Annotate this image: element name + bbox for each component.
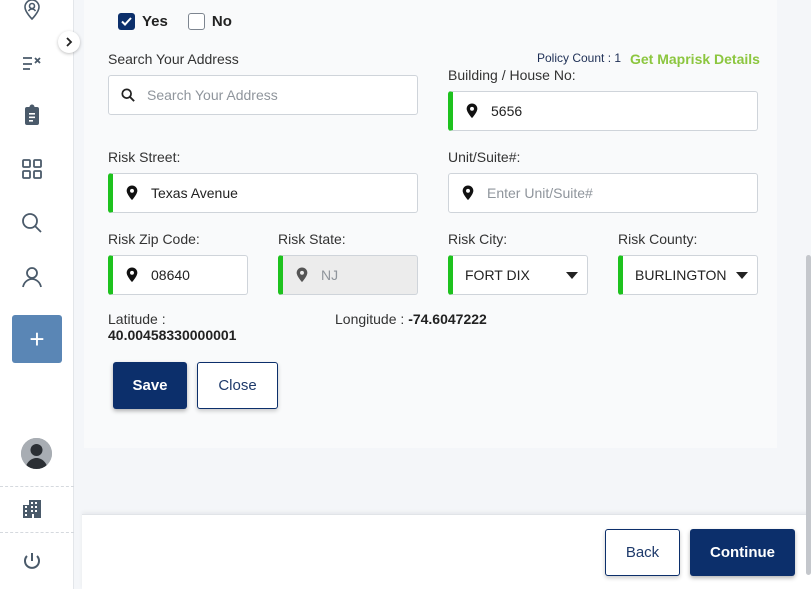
building-no-value: 5656: [491, 103, 523, 119]
longitude-value: -74.6047222: [408, 311, 487, 327]
search-icon: [121, 88, 135, 102]
risk-state-value: NJ: [321, 267, 339, 283]
risk-city-select[interactable]: FORT DIX: [448, 255, 588, 295]
power-icon[interactable]: [19, 548, 45, 574]
longitude-block: Longitude : -74.6047222: [335, 311, 487, 327]
search-address-input[interactable]: Search Your Address: [108, 75, 418, 115]
longitude-label: Longitude :: [335, 311, 405, 327]
location-pin-icon: [126, 185, 138, 201]
search-address-placeholder: Search Your Address: [147, 87, 278, 103]
chevron-right-icon: [66, 37, 73, 47]
back-button[interactable]: Back: [605, 529, 680, 576]
building-icon[interactable]: [19, 496, 45, 522]
add-button[interactable]: +: [12, 315, 62, 363]
sidebar-divider: [0, 486, 74, 487]
location-pin-icon: [466, 103, 478, 119]
checkbox-yes[interactable]: [118, 13, 135, 30]
risk-street-value: Texas Avenue: [151, 185, 238, 201]
risk-city-label: Risk City:: [448, 231, 508, 247]
unit-suite-label: Unit/Suite#:: [448, 149, 521, 165]
risk-zip-input[interactable]: 08640: [108, 255, 248, 295]
plus-icon: +: [29, 323, 45, 354]
close-button[interactable]: Close: [197, 362, 278, 409]
caret-down-icon: [736, 272, 748, 279]
risk-county-value: BURLINGTON: [635, 267, 727, 283]
location-pin-icon: [462, 185, 474, 201]
risk-zip-value: 08640: [151, 267, 190, 283]
address-form-card: Yes No Search Your Address Search Your A…: [84, 0, 777, 448]
risk-county-select[interactable]: BURLINGTON: [618, 255, 758, 295]
sidebar: +: [0, 0, 74, 589]
checklist-icon[interactable]: [19, 49, 45, 75]
location-pin-icon: [296, 267, 308, 283]
grid-icon[interactable]: [19, 156, 45, 182]
caret-down-icon: [566, 272, 578, 279]
clipboard-icon[interactable]: [19, 102, 45, 128]
risk-street-input[interactable]: Texas Avenue: [108, 173, 418, 213]
unit-suite-placeholder: Enter Unit/Suite#: [487, 185, 593, 201]
policy-count: Policy Count : 1: [537, 51, 622, 65]
risk-state-input: NJ: [278, 255, 418, 295]
yes-no-checkboxes: Yes No: [118, 13, 232, 30]
scrollbar[interactable]: [806, 255, 811, 575]
building-no-label: Building / House No:: [448, 67, 576, 83]
unit-suite-input[interactable]: Enter Unit/Suite#: [448, 173, 758, 213]
latitude-block: Latitude : 40.00458330000001: [108, 311, 236, 343]
check-icon: [121, 17, 132, 26]
risk-state-label: Risk State:: [278, 231, 346, 247]
risk-zip-label: Risk Zip Code:: [108, 231, 200, 247]
main-content: Yes No Search Your Address Search Your A…: [74, 0, 811, 589]
latitude-value: 40.00458330000001: [108, 327, 237, 343]
avatar[interactable]: [21, 438, 52, 469]
footer-bar: Back Continue: [82, 514, 811, 589]
risk-county-label: Risk County:: [618, 231, 698, 247]
sidebar-toggle-button[interactable]: [58, 31, 80, 53]
building-no-input[interactable]: 5656: [448, 91, 758, 131]
user-icon[interactable]: [19, 264, 45, 290]
sidebar-divider: [0, 532, 74, 533]
latitude-label: Latitude :: [108, 311, 166, 327]
location-pin-icon: [126, 267, 138, 283]
risk-city-value: FORT DIX: [465, 267, 530, 283]
get-maprisk-details-link[interactable]: Get Maprisk Details: [630, 51, 760, 67]
checkbox-no[interactable]: [187, 13, 205, 30]
location-user-icon[interactable]: [19, 0, 45, 22]
checkbox-yes-label: Yes: [142, 13, 168, 30]
save-button[interactable]: Save: [113, 362, 187, 409]
risk-street-label: Risk Street:: [108, 149, 181, 165]
continue-button[interactable]: Continue: [690, 529, 795, 576]
search-icon[interactable]: [19, 210, 45, 236]
search-address-label: Search Your Address: [108, 51, 239, 67]
checkbox-no-label: No: [211, 13, 232, 30]
